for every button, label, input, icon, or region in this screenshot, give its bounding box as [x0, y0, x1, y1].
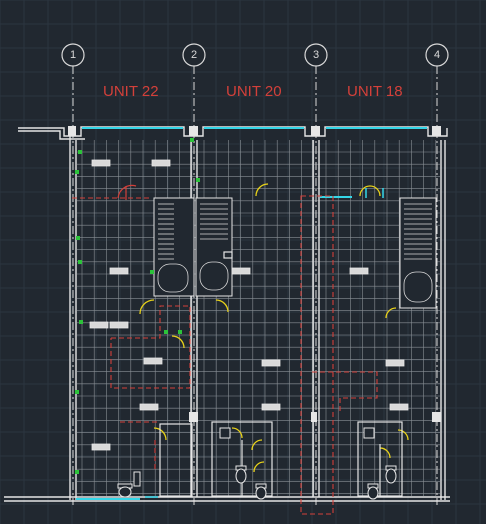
light-fixture [385, 359, 405, 367]
light-fixture [261, 403, 281, 411]
light-fixture [89, 321, 109, 329]
stair-landing [157, 263, 189, 293]
grid-axis-lines [72, 66, 438, 505]
grid-marker-label: 2 [191, 49, 197, 61]
green-marker [178, 330, 182, 334]
light-fixture [261, 359, 281, 367]
light-fixture [109, 267, 129, 275]
green-marker [75, 470, 79, 474]
light-fixture [349, 267, 369, 275]
unit-label-22: UNIT 22 [103, 83, 159, 100]
grid-marker-1: 1 [61, 43, 85, 67]
green-marker [78, 150, 82, 154]
toilet-fixture [235, 465, 247, 484]
unit-label-18: UNIT 18 [347, 83, 403, 100]
green-marker [75, 390, 79, 394]
light-fixture [91, 159, 111, 167]
toilet-fixture [367, 483, 379, 500]
toilet-fixture [255, 483, 267, 500]
green-marker [150, 270, 154, 274]
light-fixture [231, 267, 251, 275]
unit-label-20: UNIT 20 [226, 83, 282, 100]
stair-landing [403, 271, 433, 303]
light-fixture [151, 159, 171, 167]
light-fixture [139, 403, 159, 411]
green-marker [76, 236, 80, 240]
stair-landing [199, 261, 229, 291]
light-fixture [109, 321, 129, 329]
green-marker [75, 170, 79, 174]
toilet-fixture [385, 465, 397, 484]
light-fixture [143, 357, 163, 365]
toilet-fixture [117, 483, 133, 498]
green-marker [190, 138, 194, 142]
grid-marker-4: 4 [425, 43, 449, 67]
storefront-glazing [76, 127, 427, 500]
stair-core-unit-22 [153, 197, 233, 297]
sink-fixture [219, 427, 231, 439]
green-marker [164, 330, 168, 334]
sink-fixture [363, 427, 375, 439]
grid-marker-3: 3 [304, 43, 328, 67]
green-marker [196, 178, 200, 182]
green-marker [78, 260, 82, 264]
grid-marker-label: 3 [313, 49, 319, 61]
light-fixture [389, 403, 409, 411]
grid-marker-label: 1 [70, 49, 76, 61]
sink-fixture [133, 471, 141, 487]
green-marker [79, 320, 83, 324]
light-fixture [91, 443, 111, 451]
cad-floor-plan: 1 2 3 4 UNIT 22 UNIT 20 UNIT 18 [0, 0, 486, 524]
grid-marker-2: 2 [182, 43, 206, 67]
stair-core-unit-18 [399, 197, 437, 309]
grid-marker-label: 4 [434, 49, 440, 61]
